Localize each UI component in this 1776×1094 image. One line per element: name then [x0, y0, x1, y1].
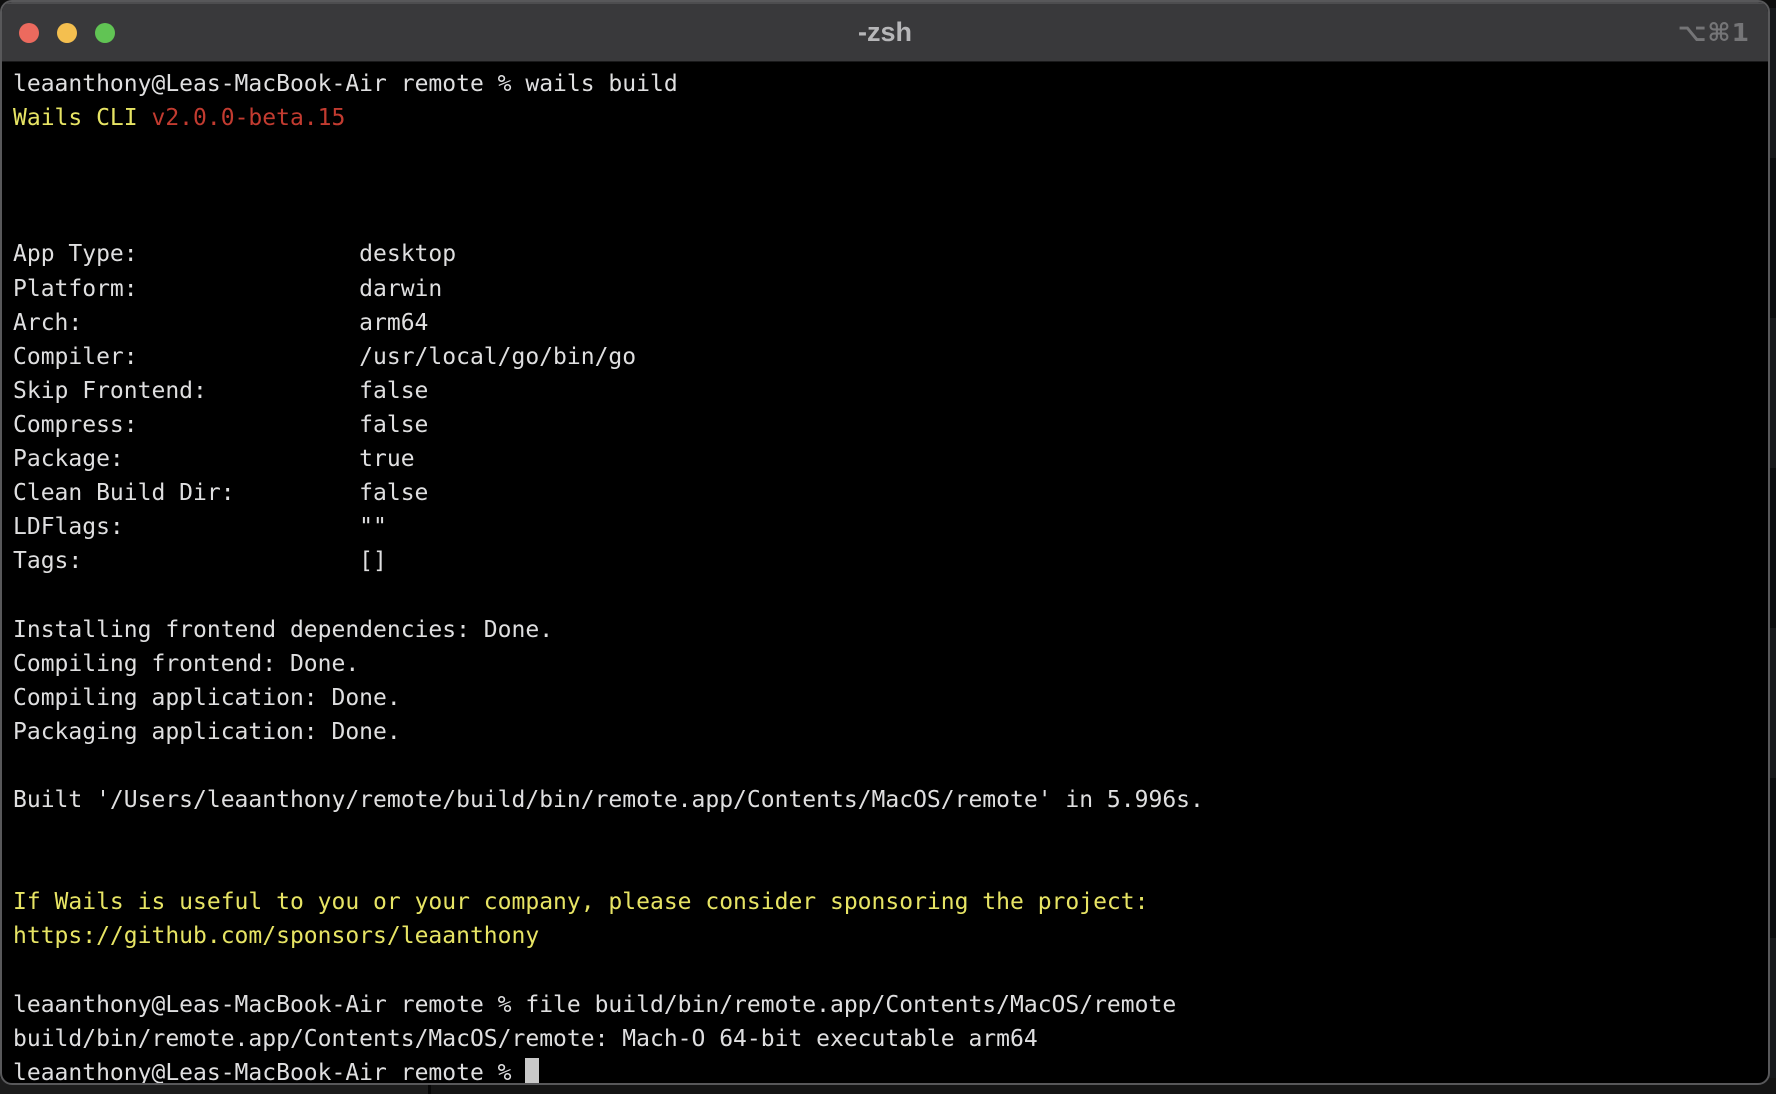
terminal-line: Compress:false: [13, 408, 1768, 442]
config-key: Clean Build Dir:: [13, 476, 359, 510]
config-value: []: [359, 548, 387, 574]
config-key: Compiler:: [13, 340, 359, 374]
terminal-text: If Wails is useful to you or your compan…: [13, 889, 1148, 915]
config-key: Platform:: [13, 272, 359, 306]
config-key: Arch:: [13, 306, 359, 340]
terminal-text: Wails CLI: [13, 105, 151, 131]
terminal-text: Installing frontend dependencies: Done.: [13, 617, 553, 643]
terminal-line: Package:true: [13, 442, 1768, 476]
terminal-line: Skip Frontend:false: [13, 374, 1768, 408]
terminal-text: leaanthony@Leas-MacBook-Air remote %: [13, 1060, 525, 1085]
terminal-screen[interactable]: leaanthony@Leas-MacBook-Air remote % wai…: [2, 62, 1768, 1083]
config-key: Compress:: [13, 408, 359, 442]
config-value: false: [359, 480, 428, 506]
terminal-blank-line: [13, 169, 1768, 203]
terminal-text: leaanthony@Leas-MacBook-Air remote % fil…: [13, 992, 1176, 1018]
sponsor-link[interactable]: https://github.com/sponsors/leaanthony: [13, 923, 539, 949]
config-key: Skip Frontend:: [13, 374, 359, 408]
window-title: -zsh: [2, 2, 1768, 62]
terminal-line: Installing frontend dependencies: Done.: [13, 613, 1768, 647]
terminal-line: LDFlags:"": [13, 510, 1768, 544]
close-button[interactable]: [19, 23, 39, 43]
terminal-line: Wails CLI v2.0.0-beta.15: [13, 101, 1768, 135]
terminal-line: leaanthony@Leas-MacBook-Air remote % fil…: [13, 988, 1768, 1022]
terminal-line: Arch:arm64: [13, 306, 1768, 340]
terminal-cursor: [525, 1058, 539, 1085]
terminal-text: build/bin/remote.app/Contents/MacOS/remo…: [13, 1026, 1038, 1052]
config-key: App Type:: [13, 237, 359, 271]
config-value: false: [359, 412, 428, 438]
terminal-line: App Type:desktop: [13, 237, 1768, 271]
minimize-button[interactable]: [57, 23, 77, 43]
config-value: "": [359, 514, 387, 540]
terminal-blank-line: [13, 203, 1768, 237]
traffic-lights: [19, 23, 115, 43]
config-key: LDFlags:: [13, 510, 359, 544]
terminal-text: Packaging application: Done.: [13, 719, 401, 745]
terminal-line: Platform:darwin: [13, 272, 1768, 306]
config-value: false: [359, 378, 428, 404]
terminal-line: If Wails is useful to you or your compan…: [13, 885, 1768, 919]
terminal-blank-line: [13, 953, 1768, 987]
terminal-blank-line: [13, 135, 1768, 169]
config-key: Tags:: [13, 544, 359, 578]
config-value: arm64: [359, 310, 428, 336]
config-key: Package:: [13, 442, 359, 476]
terminal-line: build/bin/remote.app/Contents/MacOS/remo…: [13, 1022, 1768, 1056]
terminal-line: leaanthony@Leas-MacBook-Air remote % wai…: [13, 67, 1768, 101]
terminal-window: -zsh ⌥⌘1 leaanthony@Leas-MacBook-Air rem…: [0, 0, 1770, 1085]
terminal-line: Tags:[]: [13, 544, 1768, 578]
terminal-text: leaanthony@Leas-MacBook-Air remote % wai…: [13, 71, 678, 97]
terminal-line: Compiling application: Done.: [13, 681, 1768, 715]
terminal-text: Compiling frontend: Done.: [13, 651, 359, 677]
config-value: /usr/local/go/bin/go: [359, 344, 636, 370]
zoom-button[interactable]: [95, 23, 115, 43]
terminal-text: v2.0.0-beta.15: [151, 105, 345, 131]
config-value: true: [359, 446, 414, 472]
terminal-line: Built '/Users/leaanthony/remote/build/bi…: [13, 783, 1768, 817]
terminal-line: Clean Build Dir:false: [13, 476, 1768, 510]
config-value: desktop: [359, 241, 456, 267]
terminal-blank-line: [13, 851, 1768, 885]
terminal-text: Built '/Users/leaanthony/remote/build/bi…: [13, 787, 1204, 813]
terminal-line: Compiling frontend: Done.: [13, 647, 1768, 681]
terminal-blank-line: [13, 578, 1768, 612]
terminal-text: Compiling application: Done.: [13, 685, 401, 711]
terminal-blank-line: [13, 817, 1768, 851]
terminal-line: Packaging application: Done.: [13, 715, 1768, 749]
terminal-blank-line: [13, 749, 1768, 783]
titlebar[interactable]: -zsh ⌥⌘1: [2, 2, 1768, 62]
terminal-line: https://github.com/sponsors/leaanthony: [13, 919, 1768, 953]
tab-shortcut-label: ⌥⌘1: [1678, 2, 1750, 62]
terminal-prompt-line: leaanthony@Leas-MacBook-Air remote %: [13, 1056, 1768, 1085]
config-value: darwin: [359, 276, 442, 302]
terminal-line: Compiler:/usr/local/go/bin/go: [13, 340, 1768, 374]
